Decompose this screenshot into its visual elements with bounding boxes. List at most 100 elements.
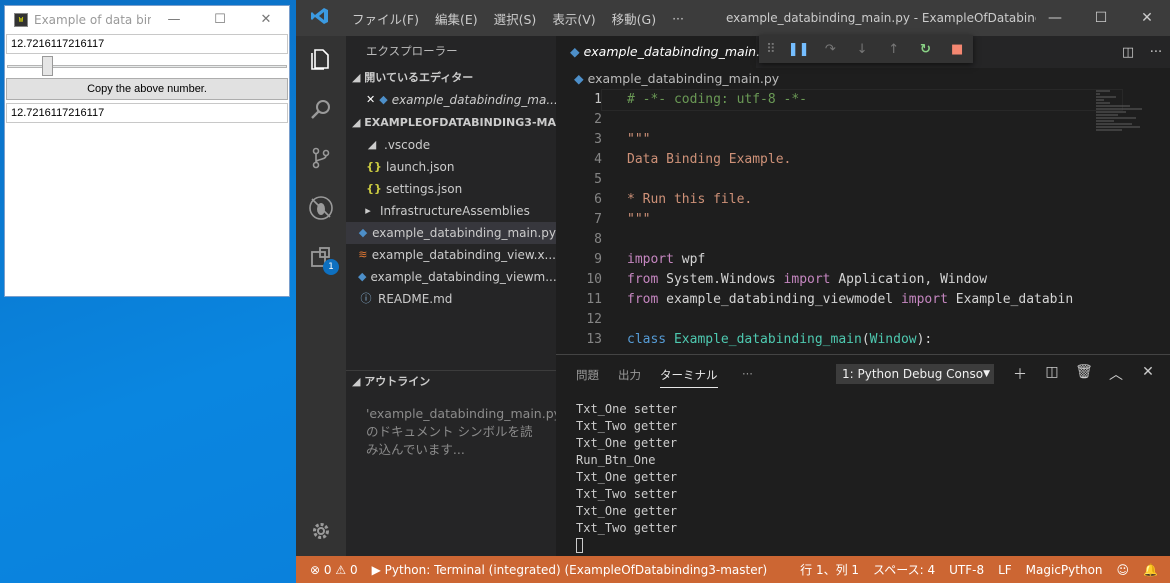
minimize-icon[interactable]: — [1032,0,1078,36]
breadcrumb[interactable]: ◆ example_databinding_main.py [556,68,1170,90]
maximize-icon[interactable]: ☐ [197,12,243,27]
debug-icon[interactable] [296,187,346,229]
menu-more[interactable]: ··· [664,11,692,26]
code-line[interactable]: 6 * Run this file. [556,190,1170,210]
wpf-window: W Example of data bin... — ☐ ✕ 12.721611… [4,5,290,297]
tree-item-vscode-folder[interactable]: ◢ .vscode [346,134,556,156]
tree-item-launch-json[interactable]: {} launch.json [346,156,556,178]
code-line[interactable]: 7 """ [556,210,1170,230]
step-into-icon[interactable]: ↓ [846,42,878,57]
menu-selection[interactable]: 選択(S) [486,9,545,28]
code-line[interactable]: 2 [556,110,1170,130]
close-icon[interactable]: ✕ [366,89,375,111]
project-section[interactable]: ◢ EXAMPLEOFDATABINDING3-MAS... [346,112,556,134]
text-one-field[interactable]: 12.7216117216117 [6,34,288,54]
tab-main-py[interactable]: ◆ example_databinding_main.py [556,36,775,68]
code-line[interactable]: 1 # -*- coding: utf-8 -*- [556,89,1170,111]
source-control-icon[interactable] [296,137,346,179]
copy-button[interactable]: Copy the above number. [6,78,288,100]
tab-output[interactable]: 出力 [618,367,641,383]
notifications-bell-icon[interactable]: 🔔 [1136,563,1170,577]
feedback-smiley-icon[interactable]: ☺ [1110,563,1137,577]
tab-problems[interactable]: 問題 [576,367,599,383]
open-editor-item[interactable]: ✕ ◆ example_databinding_ma... [346,89,556,111]
terminal-select[interactable]: 1: Python Debug Conso ▼ [836,364,994,384]
code-line[interactable]: 3 """ [556,130,1170,150]
code-line[interactable]: 5 [556,170,1170,190]
indentation-status[interactable]: スペース: 4 [866,561,942,578]
drag-handle-icon[interactable]: ⠿ [759,42,783,57]
code-line[interactable]: 4 Data Binding Example. [556,150,1170,170]
language-status[interactable]: MagicPython [1019,563,1110,577]
maximize-icon[interactable]: ☐ [1078,0,1124,36]
menu-file[interactable]: ファイル(F) [344,9,427,28]
tree-item-viewmodel-py[interactable]: ◆ example_databinding_viewm... [346,266,556,288]
code-line[interactable]: 10 from System.Windows import Application… [556,270,1170,290]
tree-item-readme[interactable]: ⓘ README.md [346,288,556,310]
panel-more-icon[interactable]: ··· [742,367,753,381]
menu-edit[interactable]: 編集(E) [427,9,486,28]
search-icon[interactable] [296,88,346,130]
code-line[interactable]: 8 [556,230,1170,250]
cursor-position[interactable]: 行 1、列 1 [793,561,866,578]
code-line[interactable]: 12 [556,310,1170,330]
menu-view[interactable]: 表示(V) [544,9,603,28]
tab-label: example_databinding_main.py [583,44,776,59]
text-two-field[interactable]: 12.7216117216117 [6,103,288,123]
project-label: EXAMPLEOFDATABINDING3-MAS... [364,116,556,129]
explorer-icon[interactable] [296,38,346,80]
outline-section[interactable]: ◢ アウトライン [346,371,556,393]
maximize-panel-icon[interactable]: ︿ [1104,364,1128,384]
explorer-sidebar: エクスプローラー ◢ 開いているエディター ✕ ◆ example_databi… [346,36,565,556]
terminal-line: Run_Btn_One [576,453,656,467]
python-terminal-status[interactable]: ▶ Python: Terminal (integrated) (Example… [365,563,775,577]
code-view[interactable]: 1 # -*- coding: utf-8 -*- 2 3 """ 4 Data Bindi… [556,89,1170,350]
code-text: """ [627,212,651,227]
stop-icon[interactable]: ■ [941,42,973,57]
tree-item-infrastructure-folder[interactable]: ▸ InfrastructureAssemblies [346,200,556,222]
split-terminal-icon[interactable]: ◫ [1040,364,1064,380]
terminal-output[interactable]: Txt_One setter Txt_Two getter Txt_One gett… [556,393,1170,554]
pause-icon[interactable]: ❚❚ [783,42,815,57]
encoding-status[interactable]: UTF-8 [942,563,991,577]
tree-item-main-py[interactable]: ◆ example_databinding_main.py [346,222,556,244]
minimap[interactable] [1096,90,1158,150]
python-icon: ◆ [358,270,367,283]
error-icon: ⊗ [310,562,321,577]
tree-item-settings-json[interactable]: {} settings.json [346,178,556,200]
split-editor-icon[interactable]: ◫ [1114,45,1142,60]
code-line[interactable]: 9 import wpf [556,250,1170,270]
minimize-icon[interactable]: — [151,12,197,27]
more-actions-icon[interactable]: ··· [1142,45,1170,60]
extensions-icon[interactable] [296,236,346,278]
eol-status[interactable]: LF [991,563,1019,577]
open-editors-section[interactable]: ◢ 開いているエディター [346,67,556,89]
outline-loading-message: 'example_databinding_main.py' のドキュメント シン… [366,406,565,457]
line-number: 11 [586,292,602,307]
problems-status[interactable]: ⊗ 0 ⚠ 0 [296,563,365,577]
chevron-right-icon: ▸ [365,204,371,217]
trash-icon[interactable]: 🗑 [1072,364,1096,380]
settings-gear-icon[interactable] [296,510,346,552]
menu-go[interactable]: 移動(G) [604,9,664,28]
value-slider[interactable] [5,54,289,78]
restart-icon[interactable]: ↻ [910,42,942,57]
tab-terminal[interactable]: ターミナル [660,367,718,388]
step-out-icon[interactable]: ↑ [878,42,910,57]
step-over-icon[interactable]: ↷ [814,42,846,57]
close-icon[interactable]: ✕ [243,12,289,27]
tree-item-label: .vscode [384,138,431,152]
wpf-titlebar[interactable]: W Example of data bin... — ☐ ✕ [5,6,289,33]
code-text: class Example_databinding_main(Window): [627,332,933,347]
terminal-line: Txt_Two setter [576,487,678,501]
code-line[interactable]: 13 class Example_databinding_main(Window)… [556,330,1170,350]
tree-item-view-xaml[interactable]: ≋ example_databinding_view.x... [346,244,556,266]
new-terminal-icon[interactable]: ＋ [1008,364,1032,384]
slider-thumb[interactable] [41,56,53,76]
tree-item-label: settings.json [386,182,463,196]
explorer-title: エクスプローラー [366,44,458,58]
close-panel-icon[interactable]: ✕ [1136,364,1160,380]
close-icon[interactable]: ✕ [1124,0,1170,36]
code-line[interactable]: 11 from example_databinding_viewmodel imp… [556,290,1170,310]
